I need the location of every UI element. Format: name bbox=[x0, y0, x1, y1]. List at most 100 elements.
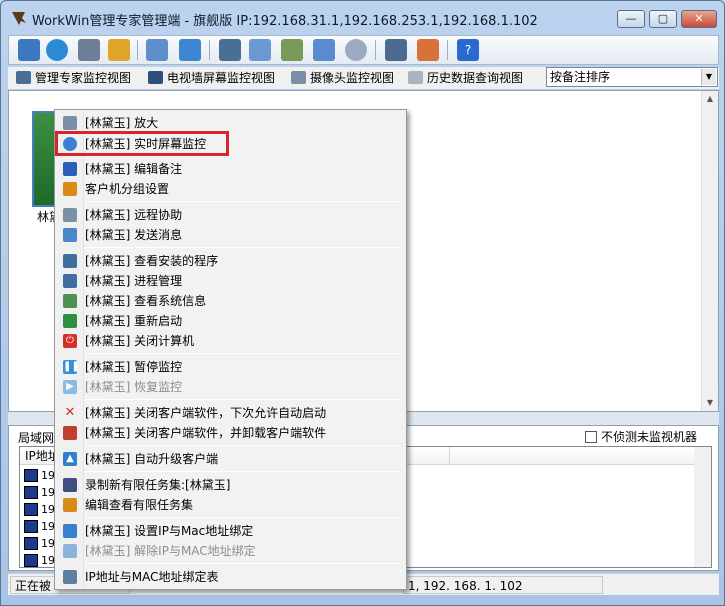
mail-icon bbox=[63, 228, 77, 242]
globe-icon[interactable] bbox=[46, 39, 68, 61]
computer-icon bbox=[24, 486, 38, 499]
app-logo-icon bbox=[12, 12, 26, 25]
menu-item-uninstall-client[interactable]: [林黛玉] 关闭客户端软件，并卸载客户端软件 bbox=[58, 423, 403, 443]
minimize-button[interactable]: — bbox=[617, 10, 645, 28]
table-row[interactable]: 19 bbox=[24, 484, 55, 501]
menu-separator bbox=[85, 399, 400, 400]
menu-item-edit-note[interactable]: [林黛玉] 编辑备注 bbox=[58, 159, 403, 179]
tab-camera[interactable]: 摄像头监控视图 bbox=[291, 69, 394, 87]
window-title: WorkWin管理专家管理端 - 旗舰版 IP:192.168.31.1,192… bbox=[32, 14, 538, 29]
computer-icon bbox=[24, 520, 38, 533]
help-icon[interactable]: ? bbox=[457, 39, 479, 61]
record-icon bbox=[63, 478, 77, 492]
menu-separator bbox=[85, 517, 400, 518]
tv-wall-icon bbox=[148, 71, 163, 84]
menu-item-record-task[interactable]: 录制新有限任务集:[林黛玉] bbox=[58, 475, 403, 495]
mountain-icon[interactable] bbox=[281, 39, 303, 61]
menu-item-process-manage[interactable]: [林黛玉] 进程管理 bbox=[58, 271, 403, 291]
computer-icon bbox=[24, 503, 38, 516]
close-x-icon: ✕ bbox=[64, 405, 76, 420]
settings-icon[interactable] bbox=[78, 39, 100, 61]
checkbox-box[interactable] bbox=[585, 431, 597, 443]
list-scrollbar[interactable] bbox=[694, 447, 711, 567]
toolbar-separator bbox=[209, 40, 210, 60]
main-toolbar: ? bbox=[8, 35, 719, 65]
lock-icon bbox=[63, 524, 77, 538]
title-bar[interactable]: WorkWin管理专家管理端 - 旗舰版 IP:192.168.31.1,192… bbox=[1, 1, 724, 35]
message-icon[interactable] bbox=[417, 39, 439, 61]
group-icon bbox=[63, 182, 77, 196]
menu-item-binding-table[interactable]: IP地址与MAC地址绑定表 bbox=[58, 567, 403, 587]
menu-item-bind-ip-mac[interactable]: [林黛玉] 设置IP与Mac地址绑定 bbox=[58, 521, 403, 541]
menu-item-group-settings[interactable]: 客户机分组设置 bbox=[58, 179, 403, 199]
main-scrollbar[interactable]: ▲ ▼ bbox=[701, 91, 718, 411]
menu-separator bbox=[85, 563, 400, 564]
zoom-in-icon bbox=[63, 116, 77, 130]
menu-item-shutdown[interactable]: ⏻ [林黛玉] 关闭计算机 bbox=[58, 331, 403, 351]
chevron-down-icon[interactable]: ▼ bbox=[701, 69, 716, 85]
menu-item-resume-monitor[interactable]: ▶ [林黛玉] 恢复监控 bbox=[58, 377, 403, 397]
menu-separator bbox=[85, 445, 400, 446]
upgrade-icon: ▲ bbox=[63, 452, 77, 466]
sysinfo-icon bbox=[63, 294, 77, 308]
restart-icon bbox=[63, 314, 77, 328]
unlock-icon bbox=[63, 544, 77, 558]
maximize-button[interactable]: ▢ bbox=[649, 10, 677, 28]
toolbar-separator bbox=[375, 40, 376, 60]
pencil-icon bbox=[63, 162, 77, 176]
close-button[interactable]: ✕ bbox=[681, 10, 717, 28]
menu-item-remote-assist[interactable]: [林黛玉] 远程协助 bbox=[58, 205, 403, 225]
table-row[interactable]: 19 bbox=[24, 535, 55, 552]
menu-item-edit-task[interactable]: 编辑查看有限任务集 bbox=[58, 495, 403, 515]
menu-item-system-info[interactable]: [林黛玉] 查看系统信息 bbox=[58, 291, 403, 311]
menu-item-unbind-ip-mac[interactable]: [林黛玉] 解除IP与MAC地址绑定 bbox=[58, 541, 403, 561]
window-icon[interactable] bbox=[313, 39, 335, 61]
menu-item-close-client[interactable]: ✕ [林黛玉] 关闭客户端软件，下次允许自动启动 bbox=[58, 403, 403, 423]
play-icon: ▶ bbox=[63, 380, 77, 394]
monitor-icon[interactable] bbox=[219, 39, 241, 61]
camera-icon bbox=[291, 71, 306, 84]
computer-icon bbox=[24, 554, 38, 567]
remote-icon bbox=[63, 208, 77, 222]
toolbar-separator bbox=[137, 40, 138, 60]
lan-title: 局域网 bbox=[18, 431, 55, 445]
table-row[interactable]: 19 bbox=[24, 552, 55, 569]
table-row[interactable]: 19 bbox=[24, 518, 55, 535]
table-row[interactable]: 19 bbox=[24, 467, 55, 484]
sort-select[interactable]: 按备注排序 ▼ bbox=[546, 67, 718, 87]
table-row[interactable]: 19 bbox=[24, 501, 55, 518]
send-icon[interactable] bbox=[249, 39, 271, 61]
usb-icon[interactable] bbox=[179, 39, 201, 61]
tab-history[interactable]: 历史数据查询视图 bbox=[408, 69, 523, 87]
computer-icon bbox=[24, 537, 38, 550]
users-icon[interactable] bbox=[108, 39, 130, 61]
menu-item-zoom[interactable]: [林黛玉] 放大 bbox=[58, 113, 403, 133]
scroll-down-icon[interactable]: ▼ bbox=[702, 395, 718, 411]
scroll-up-icon[interactable]: ▲ bbox=[702, 91, 718, 107]
tab-tv-wall[interactable]: 电视墙屏幕监控视图 bbox=[148, 69, 275, 87]
menu-item-restart[interactable]: [林黛玉] 重新启动 bbox=[58, 311, 403, 331]
menu-item-pause-monitor[interactable]: ❚❚ [林黛玉] 暂停监控 bbox=[58, 357, 403, 377]
monitor-view-icon bbox=[16, 71, 31, 84]
menu-separator bbox=[85, 353, 400, 354]
computer-icon bbox=[24, 469, 38, 482]
menu-item-upgrade-client[interactable]: ▲ [林黛玉] 自动升级客户端 bbox=[58, 449, 403, 469]
not-detect-checkbox[interactable]: 不侦测未监视机器 bbox=[585, 428, 697, 445]
tab-expert-monitor[interactable]: 管理专家监控视图 bbox=[16, 69, 131, 87]
server-icon[interactable] bbox=[385, 39, 407, 61]
menu-separator bbox=[85, 471, 400, 472]
menu-separator bbox=[85, 201, 400, 202]
menu-separator bbox=[85, 247, 400, 248]
menu-item-send-message[interactable]: [林黛玉] 发送消息 bbox=[58, 225, 403, 245]
programs-icon bbox=[63, 254, 77, 268]
highlight-box bbox=[55, 131, 229, 156]
menu-item-installed-programs[interactable]: [林黛玉] 查看安装的程序 bbox=[58, 251, 403, 271]
disc-icon[interactable] bbox=[345, 39, 367, 61]
chart-icon[interactable] bbox=[146, 39, 168, 61]
status-ip: 1, 192. 168. 1. 102 bbox=[403, 576, 603, 594]
table-icon bbox=[63, 570, 77, 584]
context-menu: [林黛玉] 放大 [林黛玉] 实时屏幕监控 [林黛玉] 编辑备注 客户机分组设置… bbox=[54, 109, 407, 590]
pause-icon: ❚❚ bbox=[63, 360, 80, 374]
toolbar-separator bbox=[447, 40, 448, 60]
pc-group-icon[interactable] bbox=[18, 39, 40, 61]
